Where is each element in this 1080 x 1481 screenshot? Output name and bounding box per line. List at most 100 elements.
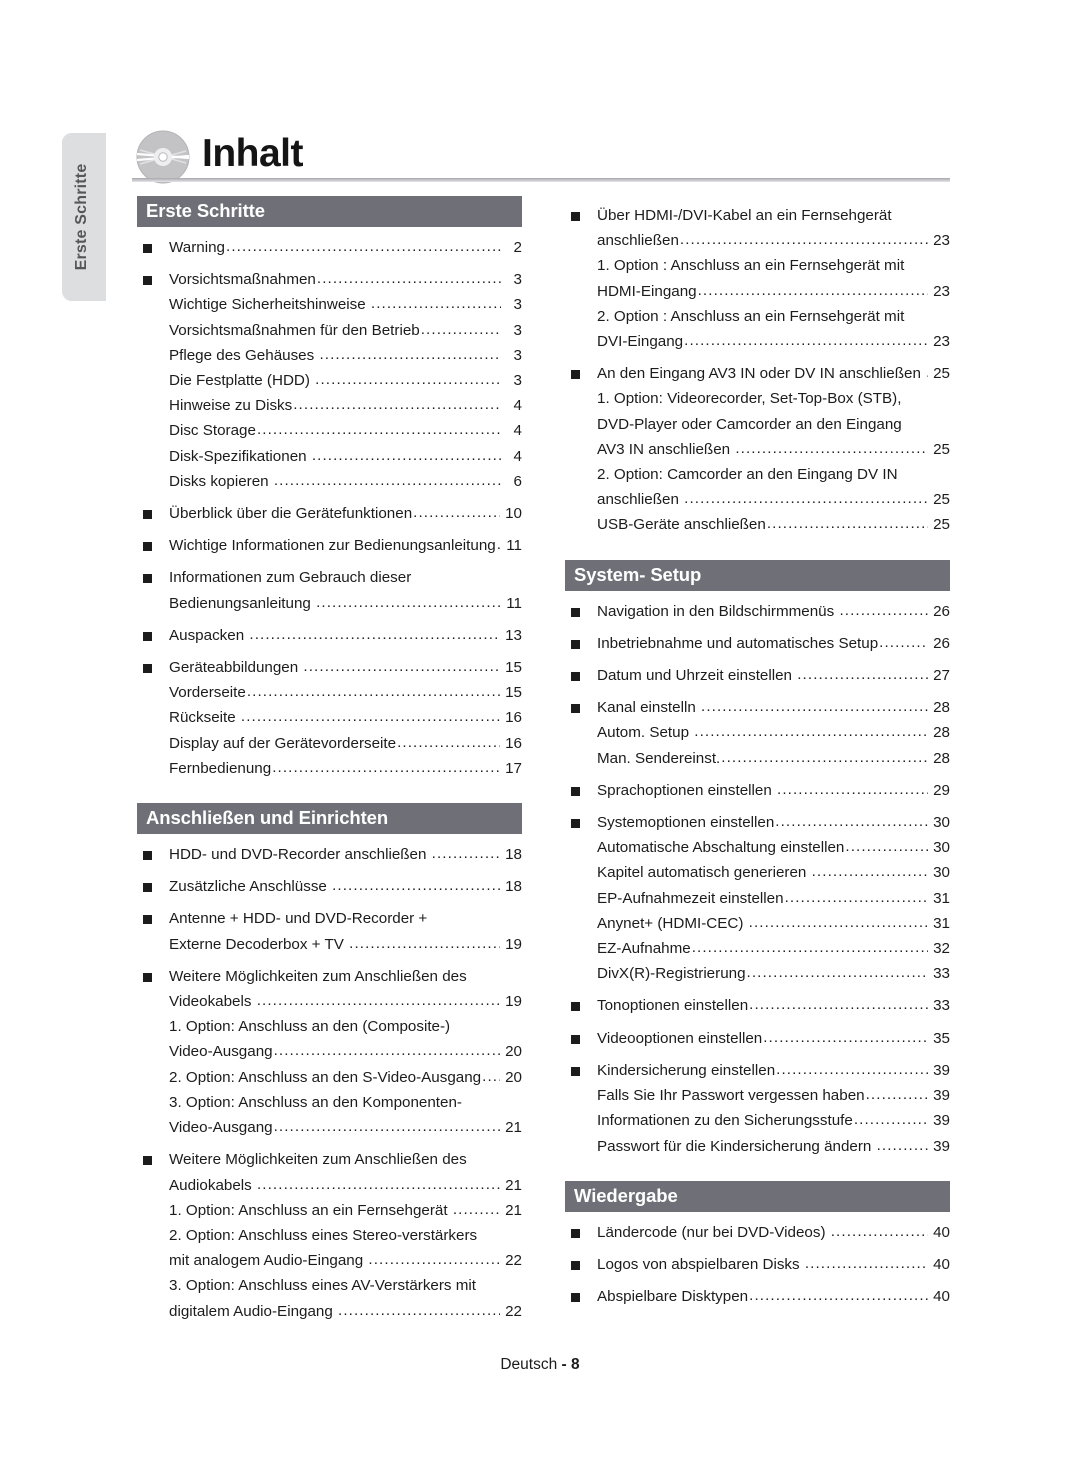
toc-entry[interactable]: DivX(R)-Registrierung...................… xyxy=(565,961,950,986)
toc-entry[interactable]: Rückseite ..............................… xyxy=(137,705,522,730)
toc-entry-line: HDMI-Eingang............................… xyxy=(597,279,950,304)
toc-entry-line: An den Eingang AV3 IN oder DV IN anschli… xyxy=(597,361,950,386)
toc-entry[interactable]: EZ-Aufnahme.............................… xyxy=(565,936,950,961)
toc-leader-dots: ........................................… xyxy=(273,1042,500,1060)
toc-entry-line: Überblick über die Gerätefunktionen.....… xyxy=(169,501,522,526)
toc-page-number: 20 xyxy=(500,1068,522,1086)
toc-leader-dots: ........................................… xyxy=(273,471,501,489)
toc-entry-text: 2. Option: Camcorder an den Eingang DV I… xyxy=(597,466,898,484)
toc-leader-dots: ........................................… xyxy=(721,748,928,766)
toc-entry[interactable]: Videooptionen einstellen................… xyxy=(565,1026,950,1051)
toc-entry[interactable]: Vorsichtsmaßnahmen für den Betrieb......… xyxy=(137,318,522,343)
toc-entry[interactable]: Ländercode (nur bei DVD-Videos) ........… xyxy=(565,1220,950,1245)
toc-entry[interactable]: HDD- und DVD-Recorder anschließen ......… xyxy=(137,842,522,867)
toc-entry[interactable]: Datum und Uhrzeit einstellen ...........… xyxy=(565,663,950,688)
toc-entry[interactable]: 1. Option: Anschluss an ein Fernsehgerät… xyxy=(137,1198,522,1223)
toc-entry[interactable]: Zusätzliche Anschlüsse .................… xyxy=(137,874,522,899)
toc-entry[interactable]: 2. Option: Anschluss an den S-Video-Ausg… xyxy=(137,1065,522,1090)
toc-entry[interactable]: Informationen zum Gebrauch dieser Bedienu… xyxy=(137,565,522,615)
toc-entry[interactable]: Disk-Spezifikationen ...................… xyxy=(137,444,522,469)
toc-entry[interactable]: Display auf der Gerätevorderseite.......… xyxy=(137,731,522,756)
toc-entry[interactable]: Wichtige Sicherheitshinweise ...........… xyxy=(137,292,522,317)
toc-entry-text: Bedienungsanleitung xyxy=(169,594,316,612)
toc-entry[interactable]: Systemoptionen einstellen...............… xyxy=(565,810,950,835)
toc-entry[interactable]: Kapitel automatisch generieren .........… xyxy=(565,860,950,885)
bullet-square-icon xyxy=(143,1156,152,1166)
toc-entry[interactable]: Pflege des Gehäuses ....................… xyxy=(137,343,522,368)
bullet-square-icon xyxy=(143,631,152,641)
toc-entry[interactable]: Kanal einstelln ........................… xyxy=(565,695,950,720)
toc-entry[interactable]: Tonoptionen einstellen..................… xyxy=(565,993,950,1018)
toc-entry[interactable]: Inbetriebnahme und automatisches Setup..… xyxy=(565,631,950,656)
toc-entry[interactable]: Anynet+ (HDMI-CEC) .....................… xyxy=(565,911,950,936)
toc-entry-line: Videooptionen einstellen................… xyxy=(597,1026,950,1051)
toc-entry[interactable]: 1. Option: Anschluss an den (Composite-)… xyxy=(137,1014,522,1064)
toc-entry[interactable]: Geräteabbildungen ......................… xyxy=(137,655,522,680)
toc-entry-text: AV3 IN anschließen xyxy=(597,440,735,458)
toc-entry[interactable]: Autom. Setup ...........................… xyxy=(565,720,950,745)
toc-entry[interactable]: Über HDMI-/DVI-Kabel an ein Fernsehgerät… xyxy=(565,203,950,253)
toc-entry-line: EZ-Aufnahme.............................… xyxy=(597,936,950,961)
toc-entry[interactable]: Auspacken ..............................… xyxy=(137,623,522,648)
toc-entry[interactable]: 2. Option : Anschluss an ein Fernsehgerä… xyxy=(565,304,950,354)
toc-page-number: 19 xyxy=(500,993,522,1011)
toc-entry[interactable]: 1. Option : Anschluss an ein Fernsehgerä… xyxy=(565,253,950,303)
toc-entry-line: EP-Aufnahmezeit einstellen..............… xyxy=(597,886,950,911)
toc-entry-line: Video-Ausgang...........................… xyxy=(169,1115,522,1140)
toc-entry-text: Passwort für die Kindersicherung ändern xyxy=(597,1137,876,1155)
toc-entry[interactable]: USB-Geräte anschließen..................… xyxy=(565,512,950,537)
toc-entry[interactable]: Weitere Möglichkeiten zum Anschließen de… xyxy=(137,964,522,1014)
toc-entry-text: Rückseite xyxy=(169,709,240,727)
toc-entry[interactable]: Warning.................................… xyxy=(137,235,522,260)
toc-entry[interactable]: Überblick über die Gerätefunktionen.....… xyxy=(137,501,522,526)
toc-entry[interactable]: Disks kopieren .........................… xyxy=(137,469,522,494)
toc-entry[interactable]: Man. Sendereinst........................… xyxy=(565,746,950,771)
toc-entry[interactable]: 3. Option: Anschluss eines AV-Verstärker… xyxy=(137,1273,522,1323)
toc-entry[interactable]: Disc Storage............................… xyxy=(137,418,522,443)
toc-page-number: 33 xyxy=(928,997,950,1015)
toc-entry[interactable]: 1. Option: Videorecorder, Set-Top-Box (S… xyxy=(565,386,950,462)
toc-entry[interactable]: Vorderseite.............................… xyxy=(137,680,522,705)
toc-entry[interactable]: 3. Option: Anschluss an den Komponenten-… xyxy=(137,1090,522,1140)
toc-page-number: 39 xyxy=(928,1061,950,1079)
toc-entry[interactable]: Antenne + HDD- und DVD-Recorder + Externe… xyxy=(137,906,522,956)
toc-page-number: 21 xyxy=(500,1201,522,1219)
toc-entry[interactable]: Wichtige Informationen zur Bedienungsanl… xyxy=(137,533,522,558)
toc-entry[interactable]: Navigation in den Bildschirmmenüs ......… xyxy=(565,599,950,624)
toc-entry[interactable]: Automatische Abschaltung einstellen.....… xyxy=(565,835,950,860)
toc-entry[interactable]: 2. Option: Camcorder an den Eingang DV I… xyxy=(565,462,950,512)
toc-page-number: 21 xyxy=(500,1176,522,1194)
toc-entry[interactable]: Vorsichtsmaßnahmen......................… xyxy=(137,267,522,292)
toc-page-number: 40 xyxy=(928,1223,950,1241)
toc-entry[interactable]: Logos von abspielbaren Disks ...........… xyxy=(565,1252,950,1277)
toc-entry-line: mit analogem Audio-Eingang .............… xyxy=(169,1248,522,1273)
toc-entry[interactable]: EP-Aufnahmezeit einstellen..............… xyxy=(565,886,950,911)
toc-entry-line: Kindersicherung einstellen..............… xyxy=(597,1058,950,1083)
toc-entry[interactable]: Sprachoptionen einstellen ..............… xyxy=(565,778,950,803)
toc-entry[interactable]: Abspielbare Disktypen...................… xyxy=(565,1284,950,1309)
toc-entry[interactable]: Fernbedienung...........................… xyxy=(137,756,522,781)
toc-entry[interactable]: Informationen zu den Sicherungsstufe....… xyxy=(565,1108,950,1133)
toc-page-number: 39 xyxy=(928,1112,950,1130)
toc-entry[interactable]: Passwort für die Kindersicherung ändern … xyxy=(565,1134,950,1159)
toc-entry-line: Video-Ausgang...........................… xyxy=(169,1039,522,1064)
toc-entry[interactable]: Hinweise zu Disks.......................… xyxy=(137,393,522,418)
toc-page-number: 22 xyxy=(500,1252,522,1270)
toc-entry[interactable]: Kindersicherung einstellen..............… xyxy=(565,1058,950,1083)
toc-entry[interactable]: Falls Sie Ihr Passwort vergessen haben..… xyxy=(565,1083,950,1108)
toc-entry[interactable]: Die Festplatte (HDD) ...................… xyxy=(137,368,522,393)
toc-entry[interactable]: Weitere Möglichkeiten zum Anschließen de… xyxy=(137,1147,522,1197)
toc-entry-text: Überblick über die Gerätefunktionen xyxy=(169,505,413,523)
toc-entry-text: Sprachoptionen einstellen xyxy=(597,781,777,799)
toc-entry-text: Weitere Möglichkeiten zum Anschließen de… xyxy=(169,1151,467,1169)
toc-page-number: 21 xyxy=(500,1119,522,1137)
toc-leader-dots: ........................................… xyxy=(413,504,500,522)
toc-entry-text: Kapitel automatisch generieren xyxy=(597,864,811,882)
toc-entry[interactable]: An den Eingang AV3 IN oder DV IN anschli… xyxy=(565,361,950,386)
toc-page-number: 4 xyxy=(509,422,522,440)
toc-entry-text: Pflege des Gehäuses xyxy=(169,346,319,364)
toc-entry-text: DivX(R)-Registrierung xyxy=(597,965,746,983)
toc-leader-dots: ........................................… xyxy=(879,633,928,651)
toc-entry-line: Zusätzliche Anschlüsse .................… xyxy=(169,874,522,899)
toc-entry[interactable]: 2. Option: Anschluss eines Stereo-verstä… xyxy=(137,1223,522,1273)
